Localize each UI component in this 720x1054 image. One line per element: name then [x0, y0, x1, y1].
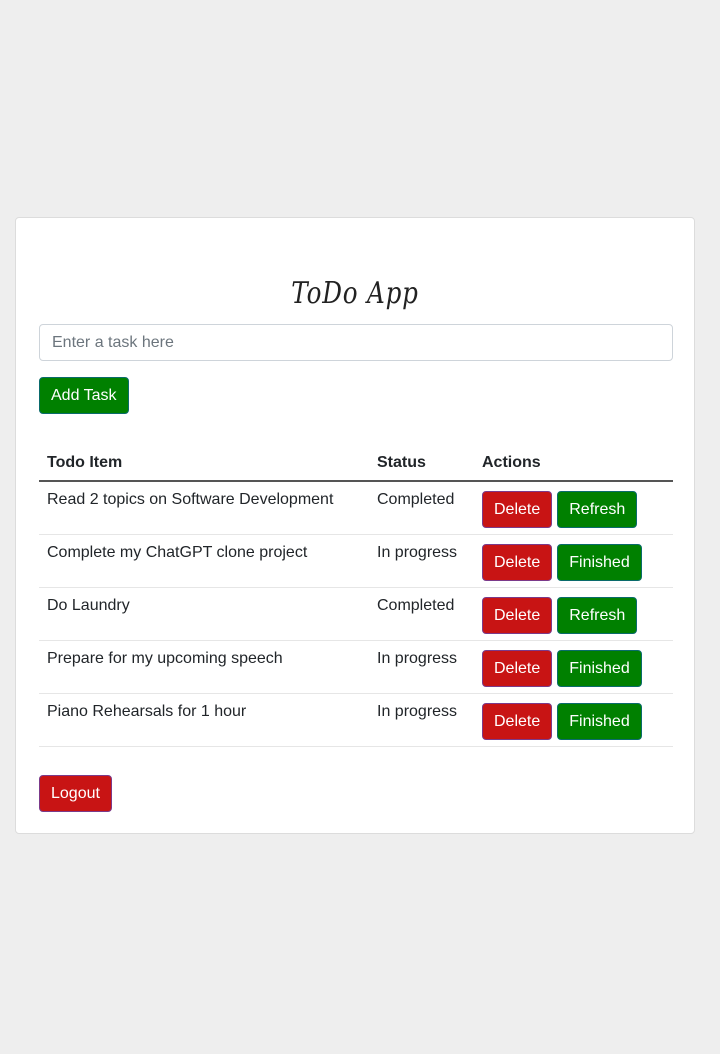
- table-header-row: Todo Item Status Actions: [39, 446, 673, 482]
- todo-status: Completed: [369, 481, 474, 535]
- finished-button[interactable]: Finished: [557, 649, 642, 687]
- delete-button[interactable]: Delete: [482, 649, 553, 687]
- header-actions: Actions: [474, 446, 673, 482]
- app-title: ToDo App: [291, 276, 419, 312]
- delete-button[interactable]: Delete: [482, 543, 553, 581]
- todo-item-text: Prepare for my upcoming speech: [39, 640, 369, 694]
- refresh-button[interactable]: Refresh: [557, 491, 638, 528]
- table-row: Read 2 topics on Software Development Co…: [39, 481, 673, 535]
- todo-item-text: Complete my ChatGPT clone project: [39, 534, 369, 588]
- todo-card: ToDo App Add Task Todo Item Status Actio…: [15, 217, 695, 834]
- logout-button[interactable]: Logout: [39, 775, 112, 812]
- add-task-button[interactable]: Add Task: [39, 377, 129, 414]
- row-actions: Delete Finished: [474, 534, 673, 588]
- delete-button[interactable]: Delete: [482, 491, 553, 528]
- row-actions: Delete Refresh: [474, 587, 673, 641]
- refresh-button[interactable]: Refresh: [557, 596, 638, 634]
- todo-table: Todo Item Status Actions Read 2 topics o…: [39, 446, 673, 747]
- delete-button[interactable]: Delete: [482, 702, 553, 740]
- finished-button[interactable]: Finished: [557, 543, 642, 581]
- row-actions: Delete Finished: [474, 693, 673, 747]
- todo-status: In progress: [369, 693, 474, 747]
- todo-status: In progress: [369, 640, 474, 694]
- table-row: Piano Rehearsals for 1 hour In progress …: [39, 693, 673, 747]
- todo-status: In progress: [369, 534, 474, 588]
- todo-item-text: Read 2 topics on Software Development: [39, 481, 369, 535]
- finished-button[interactable]: Finished: [557, 702, 642, 740]
- row-actions: Delete Finished: [474, 640, 673, 694]
- table-row: Do Laundry Completed Delete Refresh: [39, 587, 673, 641]
- todo-item-text: Piano Rehearsals for 1 hour: [39, 693, 369, 747]
- header-todo-item: Todo Item: [39, 446, 369, 482]
- header-status: Status: [369, 446, 474, 482]
- task-input[interactable]: [39, 324, 673, 361]
- row-actions: Delete Refresh: [474, 481, 673, 535]
- todo-item-text: Do Laundry: [39, 587, 369, 641]
- table-row: Prepare for my upcoming speech In progre…: [39, 640, 673, 694]
- table-row: Complete my ChatGPT clone project In pro…: [39, 534, 673, 588]
- todo-status: Completed: [369, 587, 474, 641]
- delete-button[interactable]: Delete: [482, 596, 553, 634]
